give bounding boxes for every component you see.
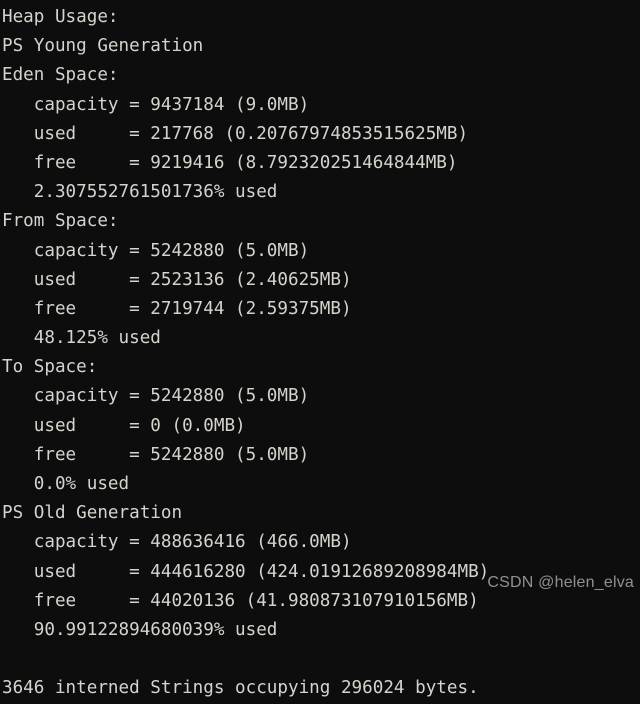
terminal-line: free = 5242880 (5.0MB): [2, 444, 310, 465]
terminal-line: PS Old Generation: [2, 503, 183, 524]
terminal-line: free = 2719744 (2.59375MB): [2, 298, 352, 319]
terminal-line: 90.99122894680039% used: [2, 619, 278, 640]
terminal-line: capacity = 5242880 (5.0MB): [2, 386, 310, 407]
terminal-line: used = 0 (0.0MB): [2, 415, 246, 436]
terminal-text-body: Heap Usage: PS Young Generation Eden Space…: [2, 3, 640, 704]
terminal-line: used = 2523136 (2.40625MB): [2, 269, 352, 290]
terminal-line: capacity = 488636416 (466.0MB): [2, 532, 352, 553]
terminal-line: free = 9219416 (8.792320251464844MB): [2, 152, 458, 173]
terminal-line: capacity = 5242880 (5.0MB): [2, 240, 310, 261]
terminal-line: capacity = 9437184 (9.0MB): [2, 94, 310, 115]
terminal-line: From Space:: [2, 211, 119, 232]
terminal-line: 48.125% used: [2, 328, 161, 349]
terminal-line: 0.0% used: [2, 474, 130, 494]
terminal-line: 3646 interned Strings occupying 296024 b…: [2, 678, 479, 699]
terminal-line: used = 217768 (0.20767974853515625MB): [2, 123, 469, 144]
terminal-line: To Space:: [2, 357, 98, 378]
terminal-line: 2.307552761501736% used: [2, 182, 278, 203]
terminal-line: Heap Usage:: [2, 7, 119, 27]
terminal-line: used = 444616280 (424.01912689208984MB): [2, 561, 490, 582]
terminal-line: PS Young Generation: [2, 36, 204, 57]
terminal-line: Eden Space:: [2, 65, 119, 86]
terminal-line: free = 44020136 (41.980873107910156MB): [2, 590, 479, 611]
terminal-output-pane: Heap Usage: PS Young Generation Eden Space…: [0, 0, 640, 698]
